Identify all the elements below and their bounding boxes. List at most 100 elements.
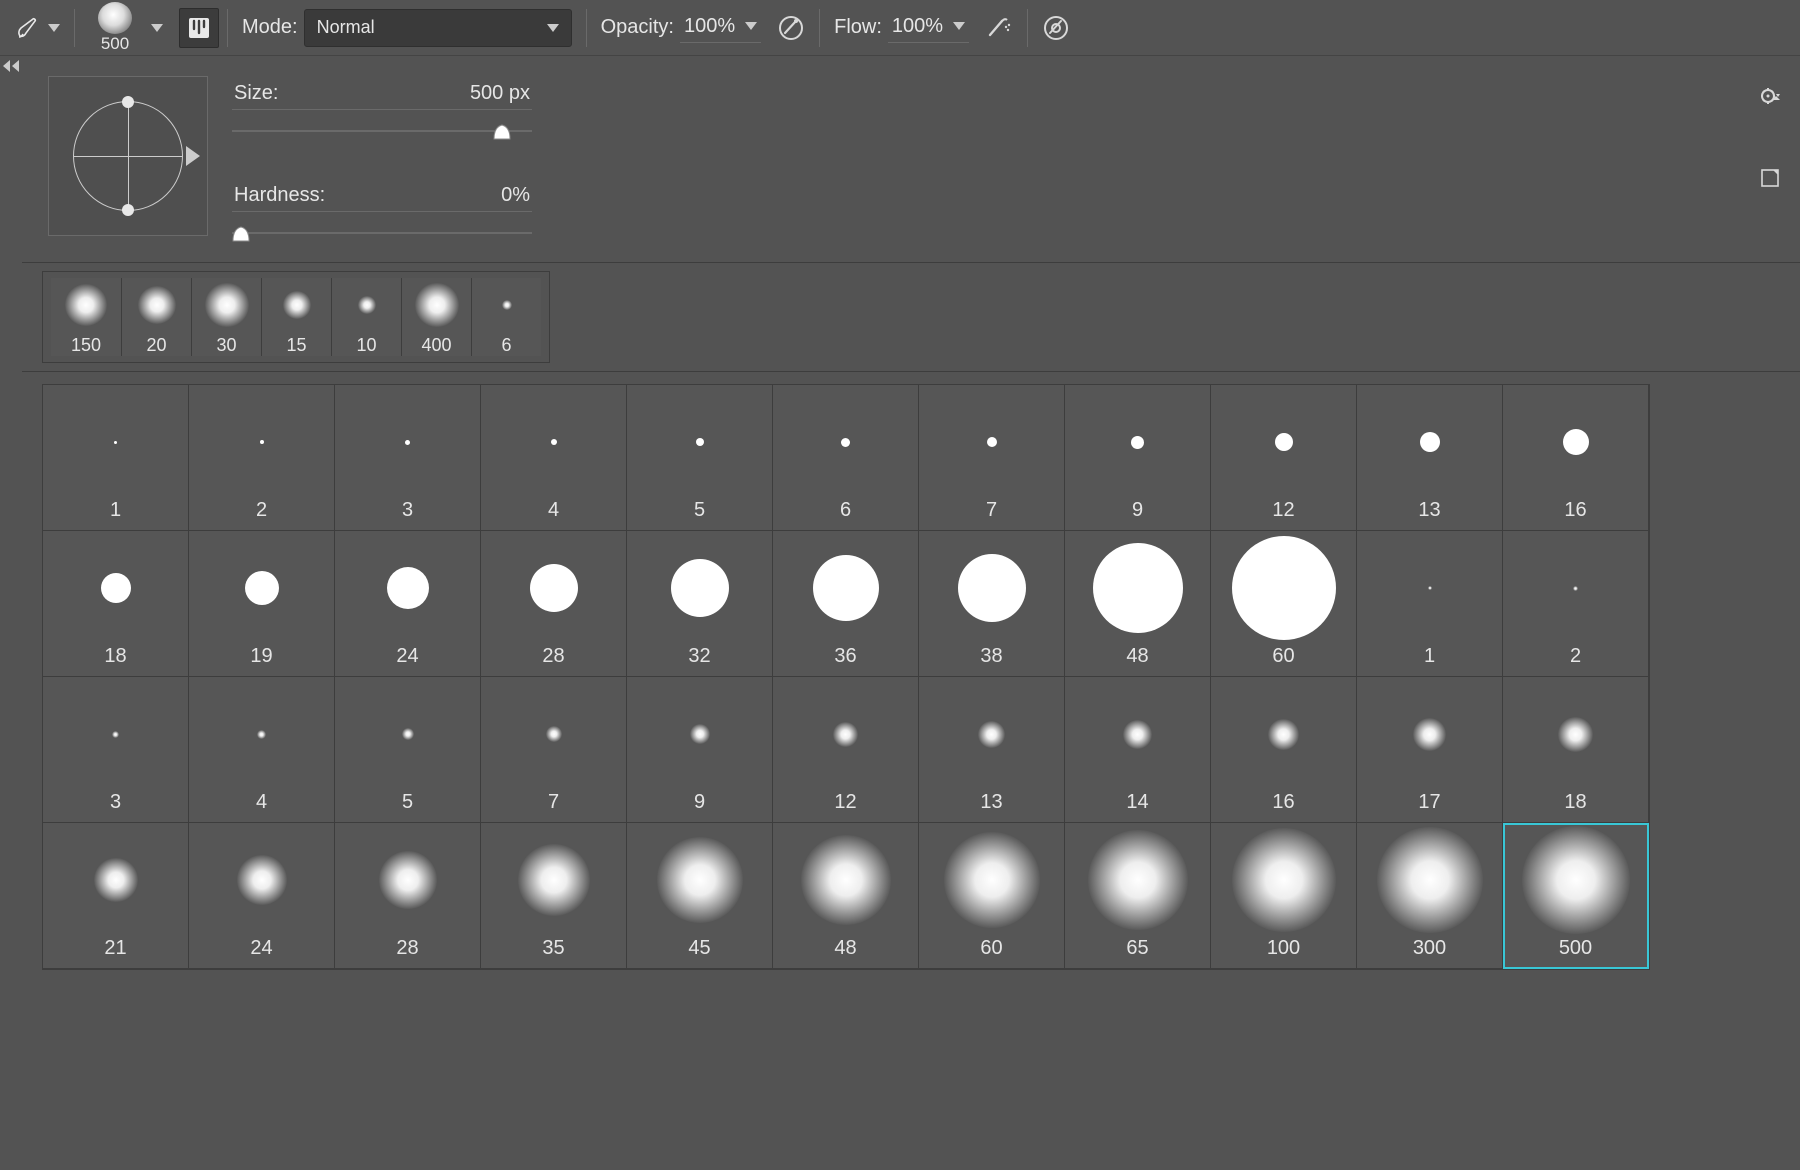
brush-size-label: 38 [980,645,1002,668]
brush-preset[interactable]: 38 [919,531,1065,677]
brush-preset[interactable]: 300 [1357,823,1503,969]
brush-preset[interactable]: 4 [189,677,335,823]
brush-preset[interactable]: 14 [1065,677,1211,823]
soft-brush-icon [138,286,176,324]
brush-preset[interactable]: 16 [1211,677,1357,823]
brush-preset[interactable]: 2 [1503,531,1649,677]
brush-preset[interactable]: 12 [1211,385,1357,531]
blend-mode-group: Mode: Normal [236,8,578,48]
brush-preset[interactable]: 13 [1357,385,1503,531]
brush-preset[interactable]: 9 [1065,385,1211,531]
opacity-value: 100% [684,15,735,38]
chevron-down-icon [953,22,965,30]
soft-brush-icon [94,858,138,902]
brush-preset[interactable]: 5 [335,677,481,823]
chevron-down-icon [547,24,559,32]
brush-preview-size: 500 [101,34,129,54]
brush-preset[interactable]: 45 [627,823,773,969]
recent-brush[interactable]: 30 [191,278,261,356]
opacity-input[interactable]: 100% [680,13,761,43]
brush-preset[interactable]: 13 [919,677,1065,823]
flow-label: Flow: [834,16,882,39]
chevron-down-icon [48,24,60,32]
recent-brush[interactable]: 10 [331,278,401,356]
brush-preset[interactable]: 60 [919,823,1065,969]
brush-size-label: 4 [548,499,559,522]
expand-toolbar-icon[interactable] [3,60,19,72]
brush-preset[interactable]: 35 [481,823,627,969]
brush-preset[interactable]: 16 [1503,385,1649,531]
hardness-value[interactable]: 0% [501,184,530,207]
brush-preset[interactable]: 1 [1357,531,1503,677]
brush-preset[interactable]: 28 [335,823,481,969]
soft-brush-icon [502,300,512,310]
collapsed-toolbar[interactable] [0,56,22,1170]
recent-brush[interactable]: 400 [401,278,471,356]
brush-preset[interactable]: 4 [481,385,627,531]
brush-preset[interactable]: 18 [43,531,189,677]
recent-brush[interactable]: 20 [121,278,191,356]
hard-brush-icon [530,564,578,612]
brush-preset[interactable]: 65 [1065,823,1211,969]
brush-angle-control[interactable] [48,76,208,236]
brush-preset[interactable]: 2 [189,385,335,531]
recent-brush[interactable]: 150 [51,278,121,356]
brush-preset[interactable]: 1 [43,385,189,531]
opacity-pressure-button[interactable] [771,8,811,48]
soft-brush-icon [237,855,287,905]
brush-preset[interactable]: 21 [43,823,189,969]
brush-size-label: 15 [286,335,306,356]
recent-brush[interactable]: 6 [471,278,541,356]
brush-preset[interactable]: 32 [627,531,773,677]
brush-preset[interactable]: 48 [773,823,919,969]
brush-size-label: 28 [396,937,418,960]
recent-brush[interactable]: 15 [261,278,331,356]
flow-input[interactable]: 100% [888,13,969,43]
brush-preset[interactable]: 24 [335,531,481,677]
brush-preset[interactable]: 17 [1357,677,1503,823]
brush-preset-picker[interactable]: 500 [83,8,169,48]
size-slider[interactable] [232,118,532,144]
brush-preset[interactable]: 500 [1503,823,1649,969]
brush-preset[interactable]: 24 [189,823,335,969]
soft-brush-icon [690,724,710,744]
panel-menu-button[interactable] [1758,84,1782,113]
flow-value: 100% [892,15,943,38]
slider-handle[interactable] [230,223,252,243]
new-preset-button[interactable] [1759,167,1781,194]
brush-preset[interactable]: 18 [1503,677,1649,823]
brush-preset[interactable]: 6 [773,385,919,531]
divider [227,9,228,47]
brush-preset[interactable]: 12 [773,677,919,823]
brush-preset[interactable]: 5 [627,385,773,531]
brush-preset[interactable]: 3 [43,677,189,823]
airbrush-button[interactable] [979,8,1019,48]
brush-preset[interactable]: 28 [481,531,627,677]
brush-preset[interactable]: 60 [1211,531,1357,677]
brush-preset[interactable]: 19 [189,531,335,677]
chevron-down-icon [745,22,757,30]
hard-brush-icon [1420,432,1440,452]
hard-brush-icon [101,573,131,603]
brush-size-label: 1 [1424,645,1435,668]
soft-brush-icon [283,291,311,319]
slider-handle[interactable] [491,121,513,141]
mode-select[interactable]: Normal [304,9,572,47]
brush-size-label: 10 [356,335,376,356]
brush-preset[interactable]: 9 [627,677,773,823]
angle-handle[interactable] [122,96,134,108]
size-value[interactable]: 500 px [470,82,530,105]
size-pressure-button[interactable] [1036,8,1076,48]
pen-pressure-opacity-icon [776,13,806,43]
brush-settings-button[interactable] [179,8,219,48]
tool-indicator[interactable] [8,8,66,48]
brush-preset[interactable]: 7 [481,677,627,823]
brush-preset[interactable]: 100 [1211,823,1357,969]
brush-preset[interactable]: 36 [773,531,919,677]
brush-preset[interactable]: 3 [335,385,481,531]
angle-handle[interactable] [122,204,134,216]
brush-size-label: 300 [1413,937,1446,960]
hardness-slider[interactable] [232,220,532,246]
brush-preset[interactable]: 7 [919,385,1065,531]
brush-preset[interactable]: 48 [1065,531,1211,677]
